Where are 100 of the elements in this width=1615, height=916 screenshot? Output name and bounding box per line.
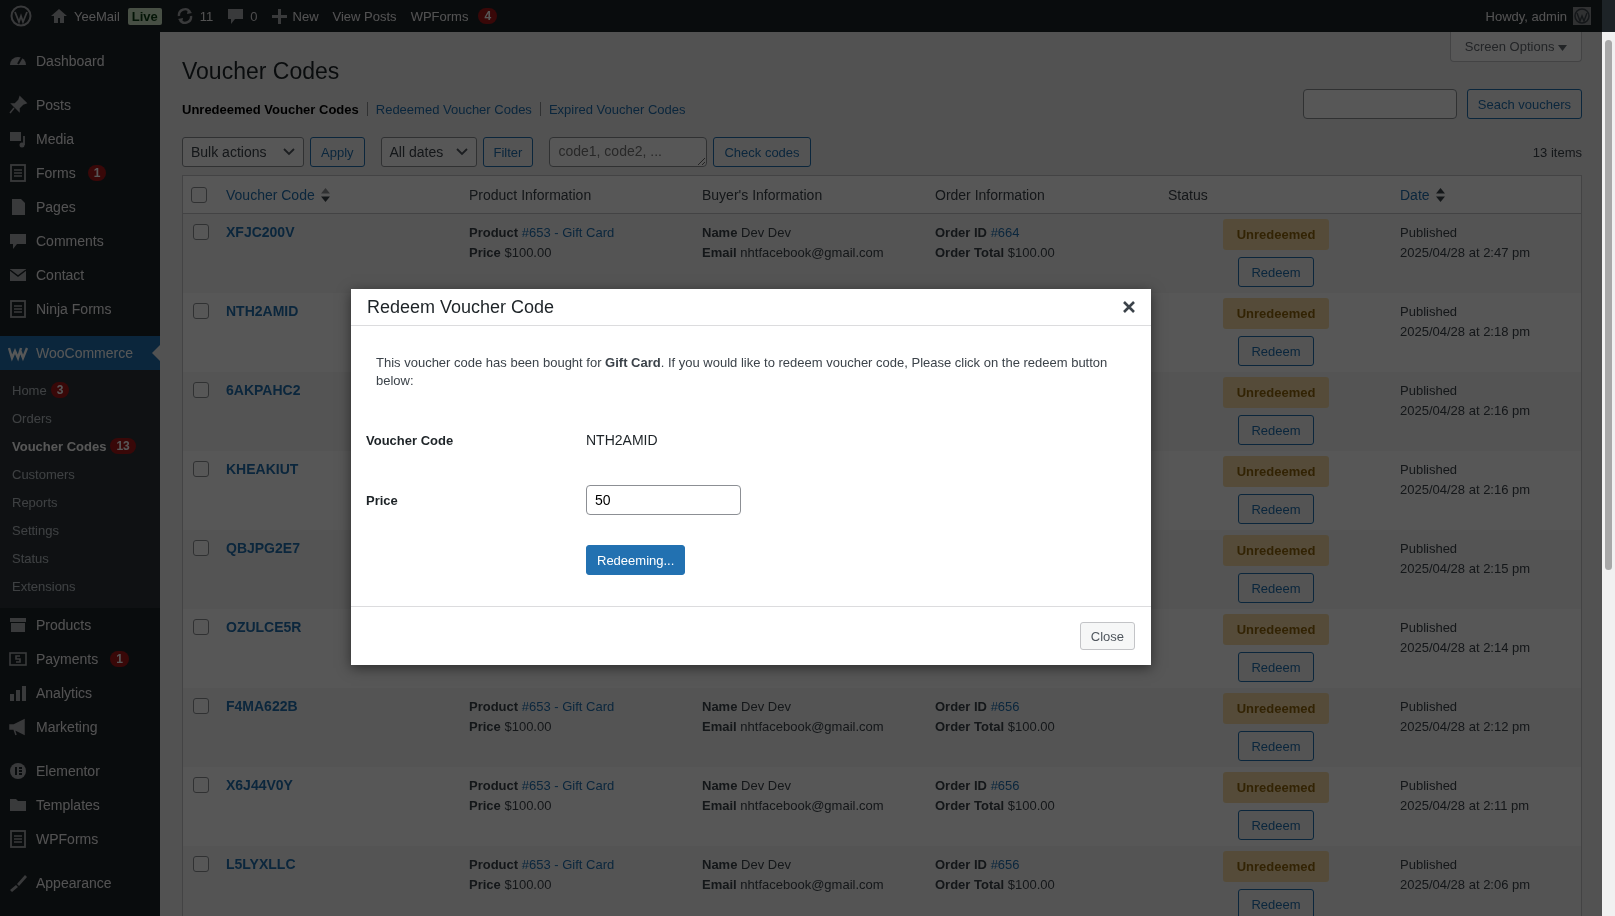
order-total: $100.00 <box>1007 798 1055 813</box>
logo-icon[interactable] <box>10 5 32 27</box>
admin-bar-link[interactable]: New <box>292 8 319 24</box>
refresh-icon[interactable] <box>175 7 194 25</box>
sidebar-item[interactable]: Products <box>0 608 160 642</box>
chevron-icon <box>283 148 295 156</box>
date-status: Published <box>1400 777 1459 794</box>
sidebar-item[interactable]: Templates <box>0 788 160 822</box>
form-icon <box>8 829 28 849</box>
date-text: 2025/04/28 at 2:11 pm <box>1400 797 1531 814</box>
sidebar-item[interactable]: Comments <box>0 224 160 258</box>
redeem-button[interactable]: Redeem <box>1238 494 1314 524</box>
row-checkbox[interactable] <box>193 382 209 398</box>
bars-icon <box>8 683 28 703</box>
order-link[interactable]: #656 <box>990 857 1020 872</box>
field-label: Price <box>366 492 399 508</box>
redeem-button[interactable]: Redeem <box>1238 415 1314 445</box>
avatar-icon[interactable] <box>1573 7 1591 25</box>
sidebar-item[interactable]: Media <box>0 122 160 156</box>
row-checkbox[interactable] <box>193 777 209 793</box>
row-checkbox[interactable] <box>193 856 209 872</box>
search-button[interactable]: Seach vouchers <box>1466 89 1582 119</box>
sidebar-item[interactable]: Elementor <box>0 754 160 788</box>
sidebar-item[interactable]: WPForms <box>0 822 160 856</box>
row-checkbox[interactable] <box>193 540 209 556</box>
close-button[interactable]: Close <box>1079 622 1135 650</box>
speech-bubble-icon[interactable] <box>227 7 245 25</box>
product-link[interactable]: #653 - Gift Card <box>521 699 615 714</box>
search-field[interactable] <box>1302 89 1457 119</box>
item-count: 13 items <box>1532 144 1582 160</box>
admin-bar-link[interactable]: YeeMail <box>74 8 120 24</box>
admin-bar-link[interactable]: 0 <box>250 8 258 24</box>
field-label: Price <box>469 877 501 892</box>
column-header[interactable]: Date <box>1400 186 1430 203</box>
product-link[interactable]: #653 - Gift Card <box>521 857 615 872</box>
price-field[interactable]: 50 <box>586 485 741 515</box>
sidebar-item[interactable]: Posts <box>0 88 160 122</box>
date-text: 2025/04/28 at 2:15 pm <box>1400 560 1532 577</box>
sort-icon[interactable] <box>1435 187 1445 202</box>
apply-button[interactable]: Apply <box>310 137 365 167</box>
row-checkbox[interactable] <box>193 619 209 635</box>
home-icon[interactable] <box>50 8 68 24</box>
greeting-link[interactable]: Howdy, admin <box>1485 8 1567 24</box>
product-link[interactable]: #653 - Gift Card <box>521 225 615 240</box>
redeem-button[interactable]: Redeem <box>1238 257 1314 287</box>
sidebar-item[interactable]: Payments 1 <box>0 642 160 676</box>
voucher-code-link[interactable]: F4MA622B <box>226 698 453 714</box>
column-header: Status <box>1168 186 1208 203</box>
dialog-title: Redeem Voucher Code <box>367 296 555 318</box>
redeem-button[interactable]: Redeem <box>1238 810 1314 840</box>
bubble-icon <box>8 231 28 251</box>
row-checkbox[interactable] <box>193 698 209 714</box>
sort-icon[interactable] <box>320 187 330 202</box>
sidebar-item[interactable]: WooCommerce <box>0 336 160 370</box>
filter-button[interactable]: Filter <box>482 137 534 167</box>
count-badge: 13 <box>110 438 136 454</box>
dates-dropdown[interactable]: All dates <box>380 137 477 167</box>
redeem-button[interactable]: Redeem <box>1238 731 1314 761</box>
order-link[interactable]: #656 <box>990 699 1020 714</box>
order-link[interactable]: #664 <box>990 225 1020 240</box>
sidebar-item[interactable]: Marketing <box>0 710 160 744</box>
select-all-checkbox[interactable] <box>191 186 207 203</box>
sidebar-item[interactable]: Forms 1 <box>0 156 160 190</box>
redeem-button[interactable]: Redeeming... <box>586 545 686 575</box>
row-checkbox[interactable] <box>193 461 209 477</box>
redeem-button[interactable]: Redeem <box>1238 889 1314 916</box>
redeem-button[interactable]: Redeem <box>1238 652 1314 682</box>
view-link[interactable]: Redeemed Voucher Codes <box>375 101 532 117</box>
row-checkbox[interactable] <box>193 303 209 319</box>
view-link[interactable]: Expired Voucher Codes <box>548 101 686 117</box>
view-link[interactable]: Unredeemed Voucher Codes <box>182 101 359 117</box>
column-header[interactable]: Voucher Code <box>226 186 315 203</box>
field-label: Order Total <box>935 245 1005 260</box>
row-checkbox[interactable] <box>193 224 209 240</box>
sidebar-item[interactable]: Ninja Forms <box>0 292 160 326</box>
sidebar-item[interactable]: Analytics <box>0 676 160 710</box>
sidebar-item[interactable]: Contact <box>0 258 160 292</box>
date-text: 2025/04/28 at 2:16 pm <box>1400 481 1532 498</box>
redeem-button[interactable]: Redeem <box>1238 573 1314 603</box>
voucher-code-link[interactable]: X6J44V0Y <box>226 777 453 793</box>
admin-bar-link[interactable]: WPForms <box>410 8 469 24</box>
plus-icon[interactable] <box>271 8 287 24</box>
product-link[interactable]: #653 - Gift Card <box>521 778 615 793</box>
order-link[interactable]: #656 <box>990 778 1020 793</box>
close-icon[interactable] <box>1123 301 1135 313</box>
admin-bar-link[interactable]: 11 <box>199 8 214 24</box>
sidebar-item[interactable]: Dashboard <box>0 44 160 78</box>
admin-bar-link[interactable]: View Posts <box>332 8 397 24</box>
check-codes-button[interactable]: Check codes <box>713 137 811 167</box>
voucher-code-link[interactable]: L5LYXLLC <box>226 856 453 872</box>
voucher-code-link[interactable]: XFJC200V <box>226 224 453 240</box>
sidebar-item[interactable]: Pages <box>0 190 160 224</box>
bulk-actions-dropdown[interactable]: Bulk actions <box>182 137 304 167</box>
price-text: $100.00 <box>504 245 552 260</box>
redeem-button[interactable]: Redeem <box>1238 336 1314 366</box>
field-label: Price <box>469 798 501 813</box>
date-status: Published <box>1400 856 1459 873</box>
sidebar-item[interactable]: Appearance <box>0 866 160 900</box>
submenu-item[interactable]: Voucher Codes 13 <box>0 432 160 460</box>
field-label: Order Total <box>935 719 1005 734</box>
